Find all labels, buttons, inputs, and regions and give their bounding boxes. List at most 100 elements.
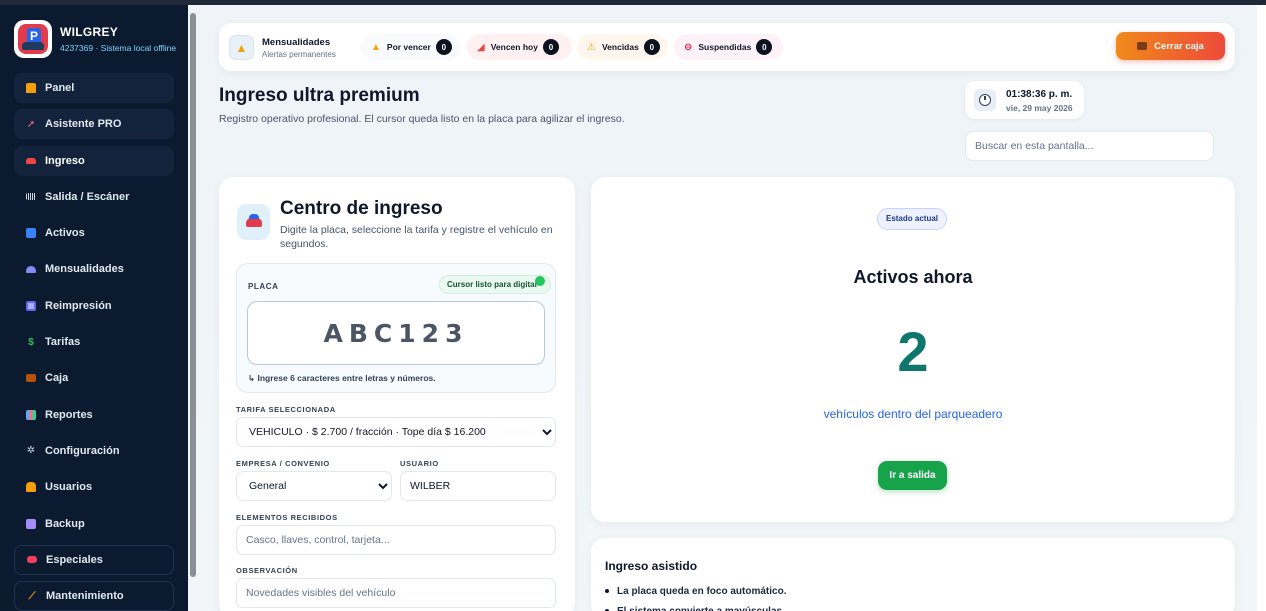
- sidebar-item-label: Ingreso: [45, 154, 85, 167]
- alert-pill-por-vencer[interactable]: ▲ Por vencer 0: [361, 34, 461, 60]
- observacion-label: OBSERVACIÓN: [236, 566, 298, 575]
- user-lock-icon: [25, 481, 37, 493]
- sidebar-item-tarifas[interactable]: $ Tarifas: [14, 327, 174, 357]
- store-icon: [25, 82, 37, 94]
- alerts-title: Mensualidades: [262, 37, 331, 48]
- gear-icon: ✲: [26, 445, 36, 457]
- alert-count-badge: 0: [435, 39, 452, 55]
- brand-subtitle: 4237369 · Sistema local offline: [60, 43, 177, 53]
- search-input[interactable]: [965, 131, 1214, 161]
- list-item: La placa queda en foco automático.: [605, 581, 786, 601]
- sidebar-item-especiales[interactable]: Especiales: [14, 544, 174, 575]
- sidebar-item-panel[interactable]: Panel: [14, 73, 174, 103]
- sidebar-item-label: Panel: [45, 82, 75, 94]
- plate-hint: ↳ Ingrese 6 caracteres entre letras y nú…: [248, 373, 436, 383]
- sidebar-item-label: Especiales: [46, 553, 103, 566]
- car-icon: [237, 204, 270, 240]
- sidebar-item-label: Usuarios: [45, 481, 93, 494]
- entry-subtitle: Digite la placa, seleccione la tarifa y …: [280, 224, 553, 250]
- sidebar-item-asistente-pro[interactable]: ➚ Asistente PRO: [14, 109, 174, 140]
- sidebar-item-label: Configuración: [45, 444, 120, 457]
- rocket-icon: ➚: [26, 118, 36, 130]
- barcode-icon: [25, 191, 37, 203]
- clock-widget: 01:38:36 p. m. vie, 29 may 2026: [965, 81, 1084, 119]
- active-count: 2: [897, 320, 929, 383]
- briefcase-icon: [1137, 42, 1148, 50]
- tarifa-select[interactable]: VEHICULO · $ 2.700 / fracción · Tope día…: [236, 417, 556, 447]
- alert-pill-suspendidas[interactable]: ⊖ Suspendidas 0: [674, 34, 783, 60]
- assist-list: La placa queda en foco automático. El si…: [605, 581, 786, 611]
- sidebar-item-label: Backup: [45, 517, 85, 530]
- bell-icon: ▲: [371, 41, 381, 53]
- page-title: Ingreso ultra premium: [219, 85, 420, 106]
- brand-logo: P: [14, 20, 52, 58]
- brand-name: WILGREY: [60, 25, 119, 39]
- no-entry-icon: ⊖: [684, 41, 693, 53]
- entry-card: Centro de ingreso Digite la placa, selec…: [219, 177, 575, 611]
- close-register-label: Cerrar caja: [1154, 40, 1204, 52]
- active-title: Activos ahora: [853, 267, 973, 287]
- tag-icon: [26, 554, 38, 566]
- alerts-bar: ▲ Mensualidades Alertas permanentes ▲ Po…: [219, 23, 1235, 71]
- sidebar-item-mensualidades[interactable]: Mensualidades: [14, 254, 174, 284]
- scrollbar-thumb[interactable]: [189, 13, 196, 577]
- usuario-input[interactable]: [400, 471, 556, 501]
- sidebar-scrollbar[interactable]: [188, 5, 197, 611]
- active-subtitle: vehículos dentro del parqueadero: [823, 407, 1003, 421]
- alert-count-badge: 0: [643, 39, 660, 55]
- cursor-ready-badge: Cursor listo para digitar: [439, 275, 551, 294]
- empresa-select[interactable]: General: [236, 471, 392, 501]
- sidebar-item-configuracion[interactable]: ✲ Configuración: [14, 436, 174, 466]
- usuario-label: USUARIO: [400, 459, 439, 468]
- elementos-input[interactable]: [236, 525, 556, 555]
- go-to-exit-button[interactable]: Ir a salida: [878, 461, 947, 490]
- plate-label: PLACA: [248, 282, 279, 291]
- sidebar-item-reportes[interactable]: Reportes: [14, 400, 174, 430]
- ready-status-dot: [535, 276, 545, 286]
- clock-icon: [974, 89, 996, 111]
- bell-icon: ▲: [229, 35, 254, 60]
- sidebar-item-mantenimiento[interactable]: ⟋ Mantenimiento: [14, 581, 174, 611]
- close-register-button[interactable]: Cerrar caja: [1116, 32, 1225, 60]
- alert-pill-vencidas[interactable]: ⚠ Vencidas 0: [577, 34, 668, 60]
- brand: P WILGREY 4237369 · Sistema local offlin…: [14, 20, 176, 58]
- broom-icon: ⟋: [28, 590, 36, 602]
- sidebar-item-activos[interactable]: Activos: [14, 218, 174, 248]
- sidebar-item-label: Reimpresión: [45, 299, 112, 312]
- printer-icon: [25, 300, 37, 312]
- sidebar-item-reimpresion[interactable]: Reimpresión: [14, 291, 174, 321]
- sidebar-item-salida-escaner[interactable]: Salida / Escáner: [14, 182, 174, 212]
- entry-title: Centro de ingreso: [280, 198, 443, 219]
- sidebar-item-label: Activos: [45, 227, 85, 240]
- sidebar-nav: Panel ➚ Asistente PRO Ingreso Salida / E…: [14, 73, 174, 611]
- users-icon: [25, 263, 37, 275]
- sidebar-item-backup[interactable]: Backup: [14, 509, 174, 539]
- floppy-icon: [25, 518, 37, 530]
- siren-icon: ◢: [477, 41, 485, 53]
- alert-pill-label: Por vencer: [386, 42, 431, 52]
- car-icon: [25, 155, 37, 167]
- sidebar: P WILGREY 4237369 · Sistema local offlin…: [0, 5, 188, 611]
- main-content: ▲ Mensualidades Alertas permanentes ▲ Po…: [197, 5, 1257, 611]
- alert-pill-vencen-hoy[interactable]: ◢ Vencen hoy 0: [467, 34, 572, 60]
- sidebar-item-usuarios[interactable]: Usuarios: [14, 472, 174, 502]
- alert-pill-label: Suspendidas: [698, 42, 752, 52]
- assist-card: Ingreso asistido La placa queda en foco …: [591, 538, 1235, 611]
- alert-pill-label: Vencen hoy: [490, 42, 538, 52]
- sidebar-item-label: Reportes: [45, 408, 93, 421]
- plate-input[interactable]: [247, 301, 545, 365]
- chart-icon: [25, 409, 37, 421]
- briefcase-icon: [25, 372, 37, 384]
- elementos-label: ELEMENTOS RECIBIDOS: [236, 513, 338, 522]
- sidebar-item-ingreso[interactable]: Ingreso: [14, 145, 174, 176]
- clock-date: vie, 29 may 2026: [1006, 103, 1073, 113]
- observacion-input[interactable]: [236, 578, 556, 608]
- sidebar-item-caja[interactable]: Caja: [14, 363, 174, 393]
- warning-icon: ⚠: [587, 41, 596, 53]
- sidebar-item-label: Mantenimiento: [46, 590, 124, 603]
- sidebar-item-label: Tarifas: [45, 336, 81, 349]
- status-card: Estado actual Activos ahora 2 vehículos …: [591, 177, 1235, 522]
- alerts-subtitle: Alertas permanentes: [262, 50, 336, 59]
- page-subtitle: Registro operativo profesional. El curso…: [219, 113, 625, 125]
- sidebar-item-label: Mensualidades: [45, 263, 124, 276]
